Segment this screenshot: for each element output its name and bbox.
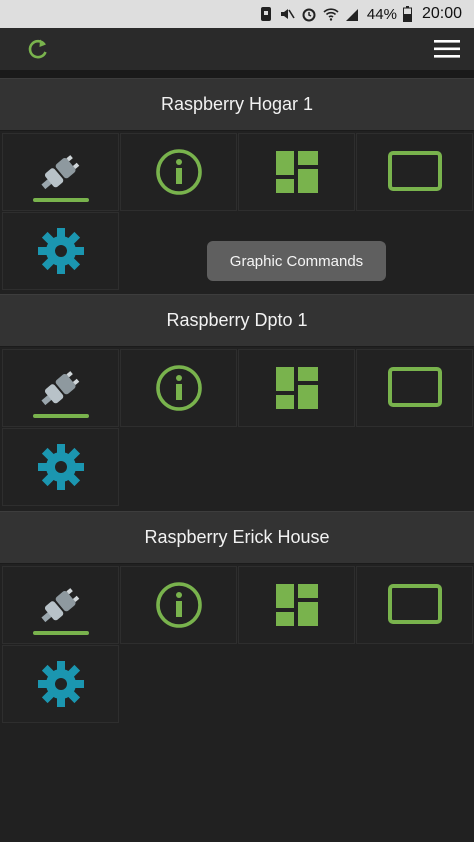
dashboard-button[interactable]: [238, 349, 355, 427]
wifi-icon: [323, 8, 339, 21]
device-title: Raspberry Hogar 1: [0, 78, 474, 131]
divider: [0, 70, 474, 78]
menu-button[interactable]: [434, 38, 460, 60]
connection-status-bar: [33, 414, 89, 418]
settings-gear-icon: [37, 444, 84, 490]
battery-icon: [402, 6, 412, 22]
info-icon: [155, 149, 202, 195]
connect-button[interactable]: [2, 133, 119, 211]
connection-status-bar: [33, 631, 89, 635]
refresh-icon: [28, 39, 47, 59]
tooltip: Graphic Commands: [207, 241, 386, 281]
settings-gear-icon: [37, 228, 84, 274]
dashboard-icon: [275, 367, 318, 409]
info-icon: [155, 365, 202, 411]
dashboard-icon: [275, 151, 318, 193]
info-button[interactable]: [120, 566, 237, 644]
screen-icon: [387, 584, 442, 624]
status-bar: 44% 20:00: [0, 0, 474, 28]
settings-button[interactable]: [2, 212, 119, 290]
info-button[interactable]: [120, 133, 237, 211]
connect-button[interactable]: [2, 566, 119, 644]
device-action-grid: [0, 347, 474, 507]
refresh-button[interactable]: [24, 36, 52, 62]
alarm-icon: [302, 8, 316, 22]
device-section: Raspberry Erick House: [0, 511, 474, 724]
settings-button[interactable]: [2, 428, 119, 506]
hamburger-menu-icon: [434, 40, 460, 58]
app-bar: [0, 28, 474, 70]
mute-icon: [280, 9, 295, 19]
settings-gear-icon: [37, 661, 84, 707]
screen-icon: [387, 367, 442, 407]
connect-plug-icon: [40, 588, 79, 623]
dashboard-icon: [275, 584, 318, 626]
info-button[interactable]: [120, 349, 237, 427]
device-section: Raspberry Dpto 1: [0, 294, 474, 507]
screen-icon: [387, 151, 442, 191]
dashboard-button[interactable]: [238, 133, 355, 211]
signal-icon: [345, 9, 358, 21]
clock-time: 20:00: [421, 5, 462, 22]
notification-icon: [260, 7, 271, 21]
device-action-grid: [0, 564, 474, 724]
screen-button[interactable]: [356, 133, 473, 211]
connect-plug-icon: [40, 155, 79, 190]
device-title: Raspberry Erick House: [0, 511, 474, 564]
dashboard-button[interactable]: [238, 566, 355, 644]
battery-percent: 44%: [366, 5, 397, 23]
connection-status-bar: [33, 198, 89, 202]
connect-button[interactable]: [2, 349, 119, 427]
device-title: Raspberry Dpto 1: [0, 294, 474, 347]
info-icon: [155, 582, 202, 628]
settings-button[interactable]: [2, 645, 119, 723]
screen-button[interactable]: [356, 349, 473, 427]
screen-button[interactable]: [356, 566, 473, 644]
connect-plug-icon: [40, 371, 79, 406]
